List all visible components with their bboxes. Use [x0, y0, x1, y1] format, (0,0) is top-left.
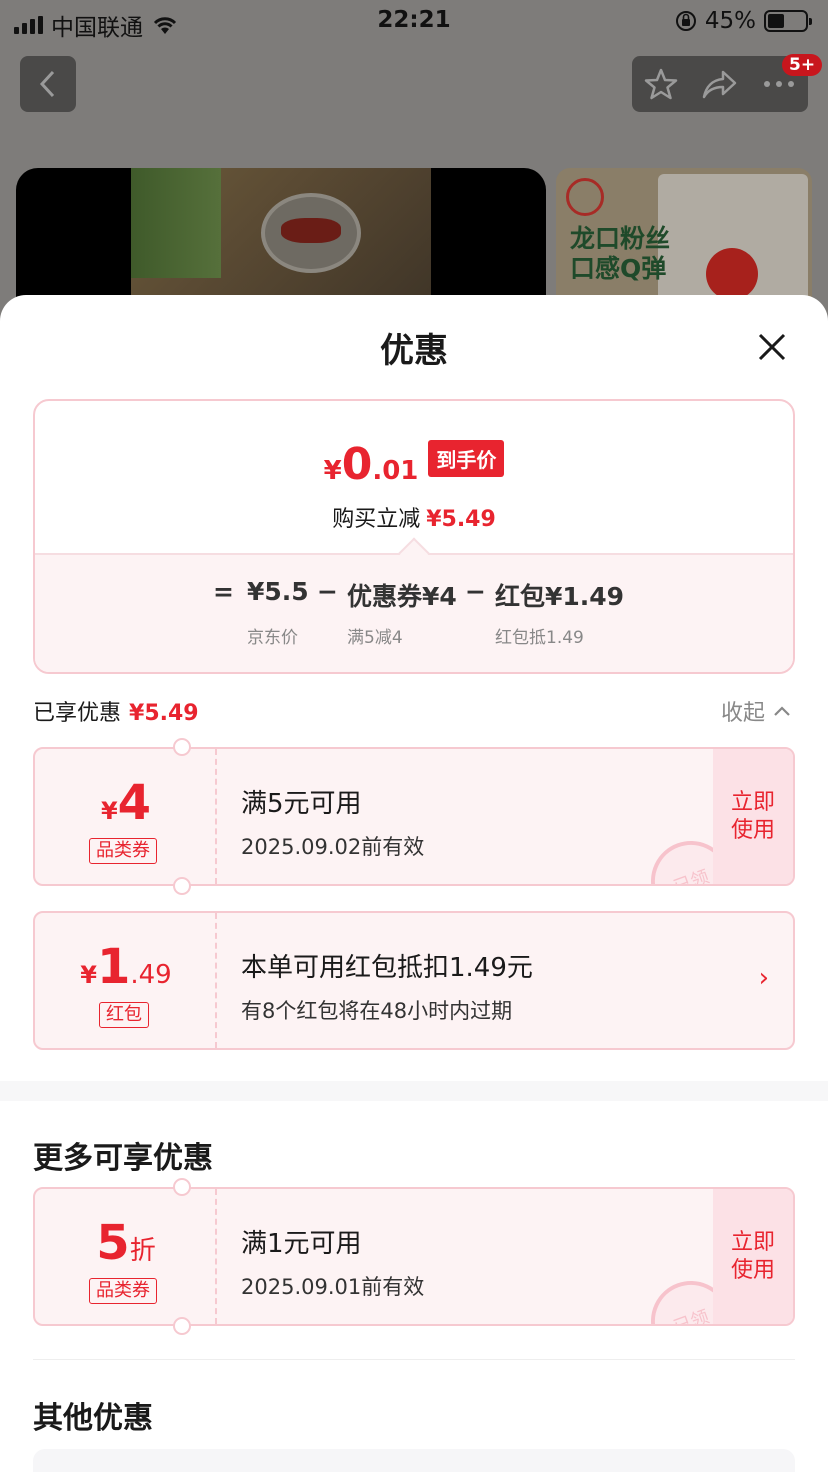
live-icon[interactable] [706, 248, 758, 300]
discount-sheet: 优惠 ¥ 0 .01 到手价 购买立减 ¥5.49 = ¥5.5 − 优惠券¥4 … [0, 295, 828, 1472]
battery-icon [764, 10, 812, 32]
redpacket-label: 红包抵1.49 [495, 628, 584, 648]
coupon-type-badge: 品类券 [89, 838, 157, 864]
discount-validity: 2025.09.01前有效 [241, 1275, 425, 1299]
jd-price-label: 京东价 [247, 628, 298, 648]
coupon-cut-top-2 [173, 1178, 191, 1196]
chevron-right-icon: › [758, 963, 769, 993]
final-price: ¥ 0 .01 到手价 [35, 439, 793, 490]
redpacket-value: ¥1.49 [35, 939, 217, 995]
close-icon[interactable] [754, 329, 790, 365]
message-badge: 5+ [782, 54, 823, 76]
enjoyed-label: 已享优惠 [33, 701, 122, 726]
battery-percent: 45% [704, 8, 756, 34]
discount-value: 5折 [35, 1215, 217, 1271]
instant-reduce-amount: ¥5.49 [426, 507, 496, 532]
product-banner-text: 龙口粉丝 口感Q弹 [570, 224, 670, 284]
back-button[interactable] [20, 56, 76, 112]
instant-reduce-label: 购买立减 [332, 507, 421, 532]
redpacket-card[interactable]: ¥1.49 红包 本单可用红包抵扣1.49元 有8个红包将在48小时内过期 › [33, 911, 795, 1050]
redpacket-decimal: .49 [130, 960, 172, 990]
coupon-cut-bottom [173, 877, 191, 895]
product-banner-line1: 龙口粉丝 [570, 224, 671, 253]
battery-fill [768, 14, 785, 28]
rotation-lock-icon [675, 11, 696, 31]
enjoyed-discount: 已享优惠 ¥5.49 [33, 695, 199, 727]
discount-type-badge: 品类券 [89, 1278, 157, 1304]
collapse-label: 收起 [721, 701, 766, 726]
coupon-amount: 4 [117, 775, 152, 831]
status-bar: 中国联通 22:21 45% [0, 0, 828, 44]
formula-minus-2: − [465, 577, 486, 606]
formula-minus-1: − [317, 577, 338, 606]
final-price-card: ¥ 0 .01 到手价 购买立减 ¥5.49 = ¥5.5 − 优惠券¥4 − 红… [33, 399, 795, 674]
status-right: 45% [675, 8, 812, 34]
chevron-up-icon [774, 706, 790, 716]
use-now-button-2[interactable]: 立即使用 [713, 1189, 793, 1324]
other-discounts-list [33, 1449, 795, 1472]
star-icon[interactable] [644, 67, 678, 101]
coupon-card-category: ¥4 品类券 满5元可用 2025.09.02前有效 已领 立即使用 [33, 747, 795, 886]
discount-unit: 折 [129, 1236, 156, 1266]
section-divider [0, 1081, 828, 1101]
final-price-int: 0 [341, 439, 373, 490]
video-scene-peppers [281, 218, 341, 243]
formula-redpacket: 红包¥1.49 [495, 582, 625, 611]
coupon-condition: 满5元可用 [241, 789, 362, 819]
formula-coupon: 优惠券¥4 [347, 582, 457, 611]
final-price-dec: .01 [372, 456, 419, 486]
video-scene-vegetables [131, 168, 221, 278]
coupon-validity: 2025.09.02前有效 [241, 835, 425, 859]
chevron-left-icon [39, 70, 55, 98]
redpacket-condition: 本单可用红包抵扣1.49元 [241, 953, 533, 983]
formula-jd-price: ¥5.5 [247, 577, 309, 606]
coupon-label: 满5减4 [347, 628, 403, 648]
enjoyed-amount: ¥5.49 [129, 701, 199, 726]
section-line [33, 1359, 795, 1360]
coupon-value: ¥4 [35, 775, 217, 831]
final-price-section: ¥ 0 .01 到手价 购买立减 ¥5.49 [35, 401, 793, 553]
redpacket-type-badge: 红包 [99, 1002, 149, 1028]
final-price-yen: ¥ [323, 456, 342, 486]
brand-logo [566, 178, 604, 216]
share-icon[interactable] [702, 69, 738, 99]
more-icon[interactable] [762, 79, 796, 89]
redpacket-expiry-note: 有8个红包将在48小时内过期 [241, 999, 513, 1023]
product-banner-line2: 口感Q弹 [570, 254, 667, 283]
coupon-yen: ¥ [100, 797, 118, 825]
coupon-cut-top [173, 738, 191, 756]
instant-reduce: 购买立减 ¥5.49 [35, 501, 793, 533]
redpacket-amount: 1 [96, 939, 131, 995]
use-now-label-2: 立即使用 [730, 1229, 775, 1283]
discount-amount: 5 [96, 1215, 130, 1271]
coupon-card-discount: 5折 品类券 满1元可用 2025.09.01前有效 已领 立即使用 [33, 1187, 795, 1326]
use-now-button[interactable]: 立即使用 [713, 749, 793, 884]
sheet-title: 优惠 [380, 331, 448, 371]
more-discounts-title: 更多可享优惠 [33, 1141, 213, 1176]
price-breakdown: = ¥5.5 − 优惠券¥4 − 红包¥1.49 京东价 满5减4 红包抵1.4… [35, 553, 793, 672]
use-now-label: 立即使用 [730, 789, 775, 843]
formula-equals: = [213, 577, 234, 606]
redpacket-yen: ¥ [80, 961, 97, 989]
discount-condition: 满1元可用 [241, 1229, 362, 1259]
final-price-tag: 到手价 [428, 440, 505, 477]
coupon-cut-bottom-2 [173, 1317, 191, 1335]
collapse-toggle[interactable]: 收起 [721, 695, 791, 727]
other-discounts-title: 其他优惠 [33, 1401, 153, 1436]
